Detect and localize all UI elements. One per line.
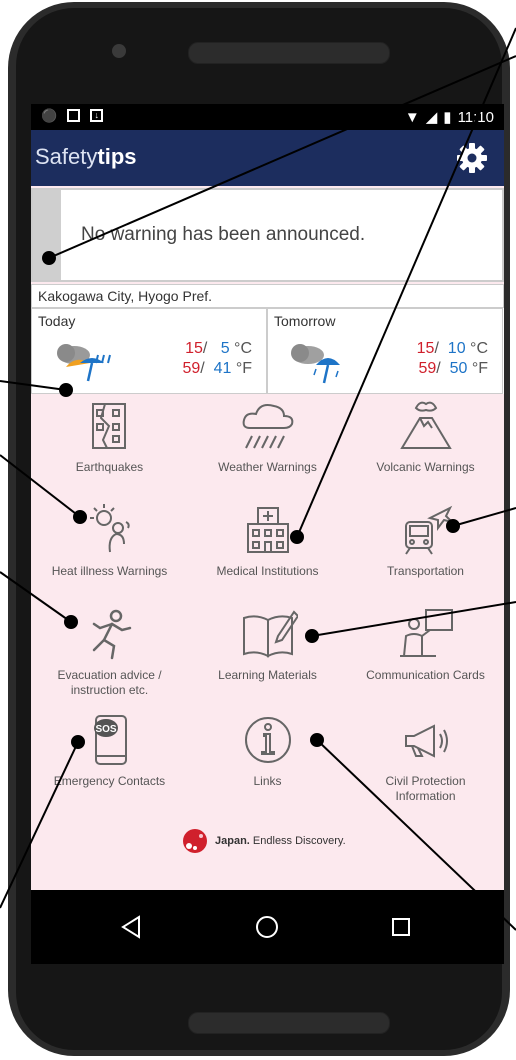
android-nav-bar xyxy=(31,890,504,964)
transportation-label: Transportation xyxy=(387,564,464,578)
open-book-icon xyxy=(242,610,298,658)
menu-medical-institutions[interactable]: Medical Institutions xyxy=(189,500,346,604)
tomorrow-low-c: 10 xyxy=(447,340,466,357)
heat-illness-label: Heat illness Warnings xyxy=(51,564,168,578)
temp-separator: / xyxy=(202,340,208,357)
info-icon xyxy=(244,717,291,763)
menu-emergency-contacts[interactable]: SOS Emergency Contacts xyxy=(31,710,188,814)
train-plane-icon xyxy=(404,505,454,555)
location-label: Kakogawa City, Hyogo Pref. xyxy=(31,284,504,308)
unit-celsius: °C xyxy=(234,340,252,357)
menu-learning-materials[interactable]: Learning Materials xyxy=(189,604,346,708)
evacuation-label-line2: instruction etc. xyxy=(70,683,149,697)
communication-label: Communication Cards xyxy=(366,668,485,682)
sun-person-icon xyxy=(89,504,130,553)
app-bar: Safetytips xyxy=(31,130,504,186)
tomorrow-temps: 15/ 10 °C 59/ 50 °F xyxy=(417,339,488,379)
cloud-rain-umbrella-icon xyxy=(291,344,340,384)
bottom-speaker xyxy=(188,1012,390,1034)
menu-links[interactable]: Links xyxy=(189,710,346,814)
menu-communication-cards[interactable]: Communication Cards xyxy=(347,604,504,708)
civil-label-line2: Information xyxy=(395,789,456,803)
warning-panel[interactable]: No warning has been announced. xyxy=(31,188,504,282)
menu-civil-protection[interactable]: Civil Protection Information xyxy=(347,710,504,814)
temp-separator: / xyxy=(436,360,441,377)
presenter-board-icon xyxy=(399,609,453,657)
today-low-c: 5 xyxy=(220,340,230,357)
front-camera xyxy=(112,44,126,58)
running-person-icon xyxy=(92,609,131,660)
evacuation-label-line1: Evacuation advice / xyxy=(57,668,162,682)
civil-label-line1: Civil Protection xyxy=(385,774,466,788)
menu-volcanic-warnings[interactable]: Volcanic Warnings xyxy=(347,396,504,500)
sos-text: SOS xyxy=(95,724,116,735)
weather-tomorrow[interactable]: Tomorrow 15/ 10 °C 59/ 50 °F xyxy=(267,308,503,394)
weather-warnings-label: Weather Warnings xyxy=(218,460,317,474)
app-title: Safetytips xyxy=(35,144,137,170)
signal-icon: ◢ xyxy=(425,109,438,126)
temp-separator: / xyxy=(434,340,439,357)
medical-label: Medical Institutions xyxy=(216,564,319,578)
menu-evacuation[interactable]: Evacuation advice / instruction etc. xyxy=(31,604,188,708)
sos-phone-icon: SOS xyxy=(93,715,127,765)
top-speaker xyxy=(188,42,390,64)
today-temps: 15/ 5 °C 59/ 41 °F xyxy=(182,339,252,379)
menu-weather-warnings[interactable]: Weather Warnings xyxy=(189,396,346,500)
warning-level-stripe xyxy=(33,190,61,280)
tomorrow-label: Tomorrow xyxy=(274,313,336,329)
today-high-f: 59 xyxy=(182,360,201,377)
today-label: Today xyxy=(38,313,76,329)
image-notification-icon xyxy=(67,109,81,122)
tomorrow-high-f: 59 xyxy=(418,360,437,377)
status-time: 11:10 xyxy=(457,108,494,126)
weather-panel[interactable]: Today 15/ 5 °C 59/ 41 °F Tomorrow 15/ 10… xyxy=(31,308,504,394)
temp-separator: / xyxy=(200,360,205,377)
back-icon[interactable] xyxy=(115,910,149,944)
evacuation-label: Evacuation advice / instruction etc. xyxy=(31,668,188,698)
tomorrow-low-f: 50 xyxy=(449,360,468,377)
cloud-rain-icon xyxy=(242,404,293,449)
hospital-icon xyxy=(246,507,289,553)
settings-gear-icon[interactable] xyxy=(456,142,488,174)
emergency-label: Emergency Contacts xyxy=(53,774,166,788)
links-label: Links xyxy=(253,774,282,788)
today-low-f: 41 xyxy=(213,360,232,377)
sakura-logo-icon xyxy=(183,829,207,853)
unit-fahrenheit: °F xyxy=(235,360,252,377)
notification-icon: ⚫ xyxy=(41,108,58,123)
app-title-part2: tips xyxy=(97,144,137,169)
today-high-c: 15 xyxy=(185,340,203,357)
weather-today[interactable]: Today 15/ 5 °C 59/ 41 °F xyxy=(31,308,267,394)
status-bar: ⚫ ↓ ▼ ◢ ▮ 11:10 xyxy=(31,104,504,130)
wifi-icon: ▼ xyxy=(404,108,420,126)
cloud-sun-rain-icon xyxy=(57,344,111,382)
unit-fahrenheit: °F xyxy=(471,360,488,377)
earthquakes-label: Earthquakes xyxy=(75,460,144,474)
tomorrow-high-c: 15 xyxy=(416,340,435,357)
battery-icon: ▮ xyxy=(443,109,452,126)
japan-endless-discovery-logo: Japan. Endless Discovery. xyxy=(181,828,346,854)
menu-transportation[interactable]: Transportation xyxy=(347,500,504,604)
learning-label: Learning Materials xyxy=(218,668,317,682)
warning-message: No warning has been announced. xyxy=(81,224,366,245)
civil-label: Civil Protection Information xyxy=(347,774,504,804)
download-icon: ↓ xyxy=(90,109,104,122)
volcanic-warnings-label: Volcanic Warnings xyxy=(376,460,475,474)
volcano-icon xyxy=(399,401,452,449)
recents-icon[interactable] xyxy=(384,910,418,944)
logo-tagline: Endless Discovery. xyxy=(252,835,346,847)
menu-heat-illness[interactable]: Heat illness Warnings xyxy=(31,500,188,604)
home-icon[interactable] xyxy=(250,910,284,944)
megaphone-icon xyxy=(404,724,448,758)
cracked-building-icon xyxy=(91,403,126,449)
menu-earthquakes[interactable]: Earthquakes xyxy=(31,396,188,500)
unit-celsius: °C xyxy=(470,340,488,357)
app-screen: ⚫ ↓ ▼ ◢ ▮ 11:10 Safetytips No warning ha… xyxy=(31,104,504,964)
logo-japan-text: Japan. xyxy=(215,835,250,847)
app-title-part1: Safety xyxy=(35,144,98,169)
